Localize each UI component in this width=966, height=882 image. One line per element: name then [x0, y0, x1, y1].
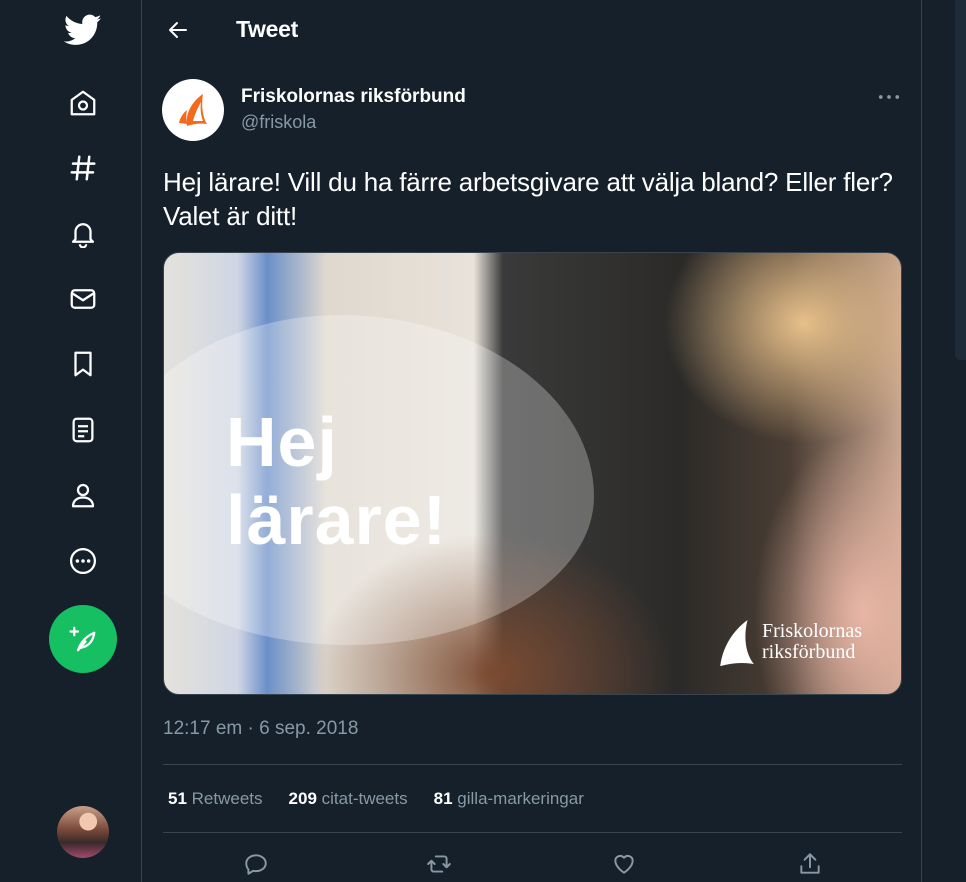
- feather-plus-icon: [69, 626, 96, 652]
- author-handle[interactable]: @friskola: [241, 112, 316, 133]
- back-button[interactable]: [160, 12, 196, 48]
- likes-count: 81: [433, 789, 453, 808]
- media-brand-logo: Friskolornas riksförbund: [716, 615, 862, 669]
- right-panel-edge: [955, 0, 966, 360]
- share-button[interactable]: [792, 846, 828, 882]
- divider: [163, 764, 902, 765]
- media-overlay-line1: Hej: [226, 403, 338, 481]
- compose-tweet-button[interactable]: [49, 605, 117, 673]
- tweet-actions: [142, 846, 921, 882]
- media-brand-line2: riksförbund: [762, 641, 856, 663]
- friskolornas-sail-icon: [720, 619, 754, 667]
- nav-profile-icon[interactable]: [57, 469, 109, 521]
- divider: [163, 832, 902, 833]
- page-header: Tweet: [142, 0, 921, 60]
- account-avatar[interactable]: [57, 806, 109, 858]
- share-upload-icon: [800, 853, 820, 874]
- app-root: Tweet Friskolornas riksförbund @friskola…: [0, 0, 966, 882]
- likes-label: gilla-markeringar: [457, 789, 584, 808]
- ellipsis-icon: [878, 95, 900, 99]
- retweet-icon: [427, 855, 451, 873]
- nav-lists-icon[interactable]: [57, 404, 109, 456]
- tweet-more-options-button[interactable]: [874, 84, 904, 110]
- nav-more-icon[interactable]: [57, 535, 109, 587]
- friskolornas-logo-icon: [179, 94, 207, 126]
- page-title: Tweet: [236, 16, 298, 42]
- tweet-text: Hej lärare! Vill du ha färre arbetsgivar…: [163, 167, 893, 231]
- retweets-label: Retweets: [191, 789, 263, 808]
- media-overlay-text: Hej lärare!: [226, 403, 447, 559]
- author-avatar[interactable]: [162, 79, 224, 141]
- likes-stat[interactable]: 81 gilla-markeringar: [434, 789, 584, 809]
- retweets-count: 51: [168, 789, 187, 808]
- reply-button[interactable]: [238, 846, 274, 882]
- main-column: Tweet Friskolornas riksförbund @friskola…: [142, 0, 922, 882]
- nav-explore-hashtag-icon[interactable]: [57, 142, 109, 194]
- sidebar-nav: [0, 0, 142, 882]
- nav-notifications-bell-icon[interactable]: [57, 207, 109, 259]
- quotes-count: 209: [288, 789, 317, 808]
- tweet-timestamp[interactable]: 12:17 em · 6 sep. 2018: [163, 718, 358, 740]
- quote-tweets-stat[interactable]: 209 citat-tweets: [289, 789, 408, 809]
- retweets-stat[interactable]: 51 Retweets: [168, 789, 263, 809]
- arrow-left-icon: [169, 22, 187, 38]
- nav-home-icon[interactable]: [57, 77, 109, 129]
- author-name[interactable]: Friskolornas riksförbund: [241, 86, 466, 108]
- tweet-stats: 51 Retweets 209 citat-tweets 81 gilla-ma…: [168, 789, 610, 809]
- reply-icon: [245, 854, 267, 875]
- media-brand-line1: Friskolornas: [762, 620, 862, 642]
- retweet-button[interactable]: [421, 846, 457, 882]
- nav-bookmarks-icon[interactable]: [57, 338, 109, 390]
- like-button[interactable]: [606, 846, 642, 882]
- heart-icon: [614, 854, 634, 874]
- twitter-logo-icon[interactable]: [57, 4, 109, 56]
- nav-messages-mail-icon[interactable]: [57, 273, 109, 325]
- media-overlay-line2: lärare!: [226, 481, 448, 559]
- quotes-label: citat-tweets: [321, 789, 408, 808]
- tweet-media-image[interactable]: Hej lärare! Friskolornas riksförbund: [163, 252, 902, 695]
